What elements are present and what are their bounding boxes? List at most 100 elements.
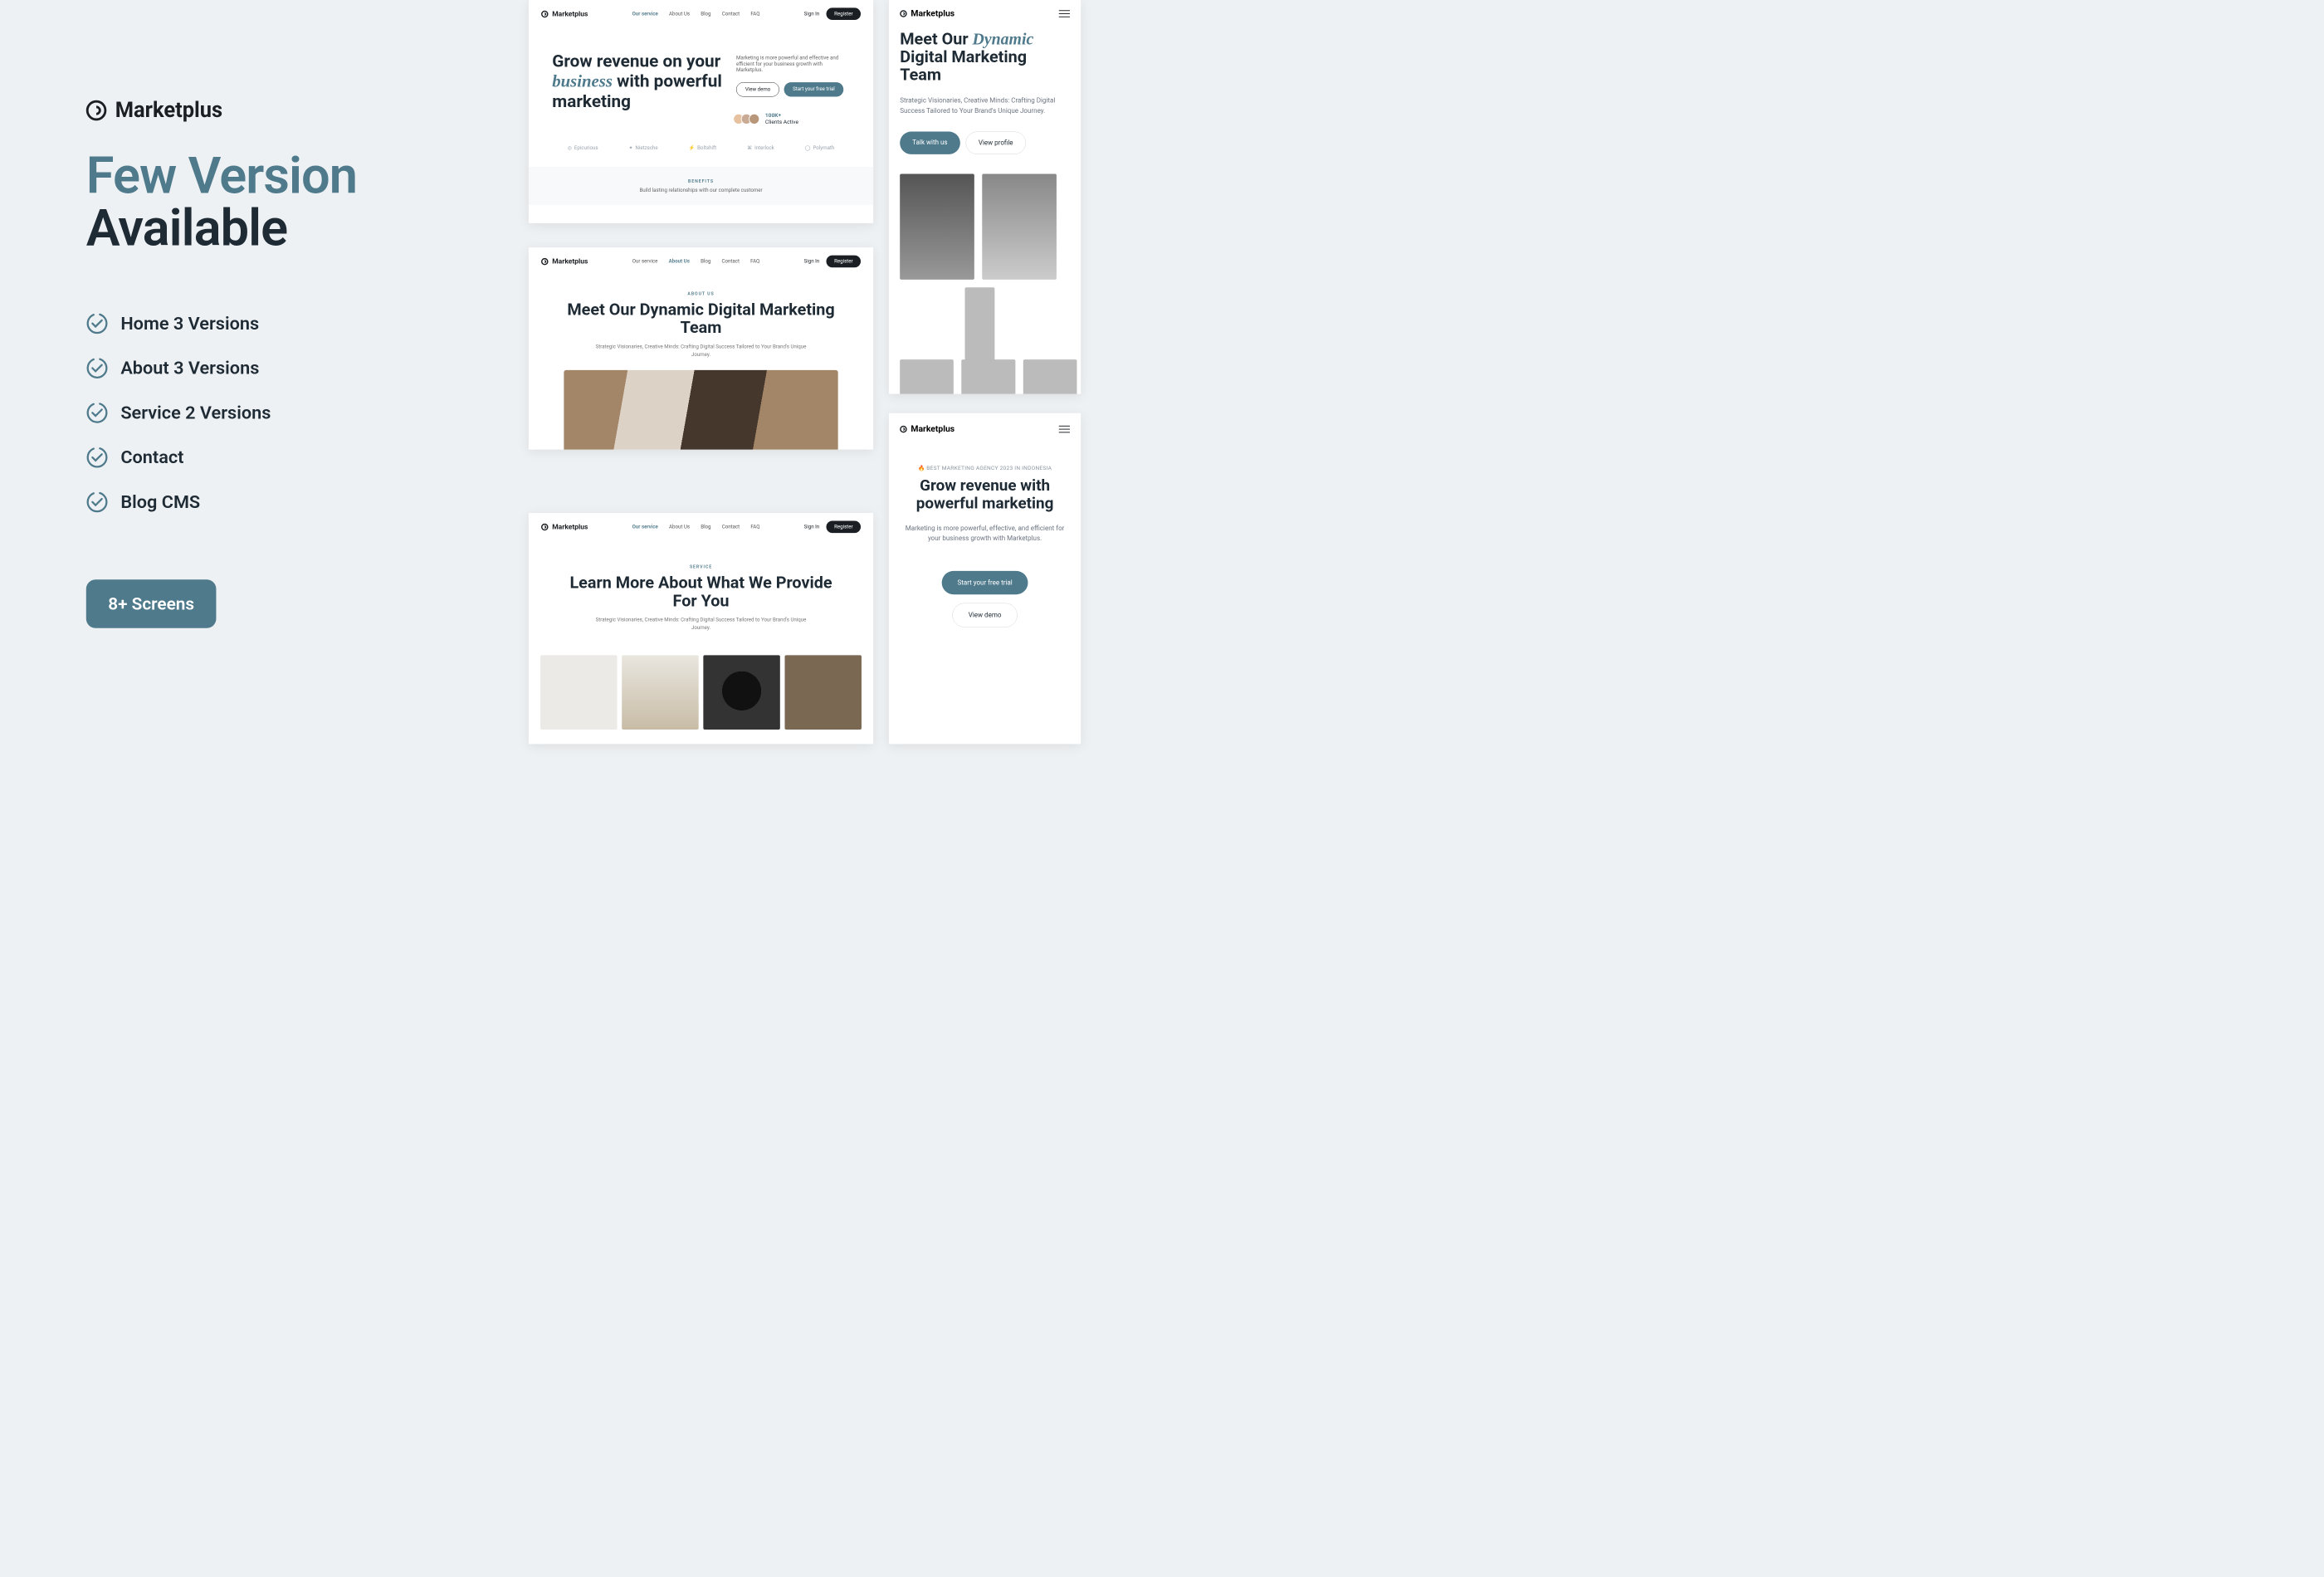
feature-label: Contact [120, 447, 183, 467]
screens-badge[interactable]: 8+ Screens [86, 579, 217, 628]
nav-item-blog[interactable]: Blog [701, 11, 710, 17]
nav-item-blog[interactable]: Blog [701, 524, 710, 530]
feature-item: About 3 Versions [86, 357, 408, 378]
brand-logo-icon [541, 524, 548, 530]
service-thumbnail [540, 655, 617, 730]
nav-item-about[interactable]: About Us [669, 11, 690, 17]
brand-logo-icon [900, 426, 906, 432]
nav-item-service[interactable]: Our service [632, 11, 658, 17]
preview-mobile-hero: Marketplus 🔥 BEST MARKETING AGENCY 2023 … [889, 413, 1081, 745]
feature-item: Contact [86, 447, 408, 468]
nav-item-service[interactable]: Our service [632, 258, 658, 264]
headline: Few Version Available [86, 150, 408, 254]
client-logo: ◯ Polymath [805, 145, 835, 151]
hero-eyebrow: 🔥 BEST MARKETING AGENCY 2023 IN INDONESI… [889, 465, 1081, 471]
feature-item: Home 3 Versions [86, 313, 408, 334]
service-thumbnail [703, 655, 779, 730]
team-photo [982, 174, 1057, 280]
brand[interactable]: Marketplus [541, 523, 588, 531]
feature-label: Blog CMS [120, 491, 200, 512]
section-subtitle: Strategic Visionaries, Creative Minds: C… [595, 617, 807, 632]
feature-item: Service 2 Versions [86, 402, 408, 423]
sign-in-link[interactable]: Sign In [804, 524, 820, 530]
nav-item-service[interactable]: Our service [632, 524, 658, 530]
nav-actions: Sign In Register [804, 7, 861, 20]
section-title: Learn More About What We Provide For You [556, 574, 846, 611]
service-thumbnail [622, 655, 698, 730]
team-photo [900, 174, 974, 280]
nav-item-about[interactable]: About Us [669, 524, 690, 530]
mobile-hero-subtitle: Marketing is more powerful, effective, a… [889, 523, 1081, 544]
brand[interactable]: Marketplus [900, 424, 954, 434]
preview-home: Marketplus Our service About Us Blog Con… [529, 0, 873, 223]
nav-item-contact[interactable]: Contact [722, 258, 740, 264]
preview-mobile-team: Marketplus Meet Our Dynamic Digital Mark… [889, 0, 1081, 394]
social-proof: 100K+ Clients Active [736, 112, 850, 125]
nav-item-contact[interactable]: Contact [722, 524, 740, 530]
top-nav: Marketplus Our service About Us Blog Con… [529, 247, 873, 275]
nav-links: Our service About Us Blog Contact FAQ [632, 11, 760, 17]
nav-item-about[interactable]: About Us [669, 258, 690, 264]
feature-label: About 3 Versions [120, 358, 259, 378]
register-button[interactable]: Register [827, 256, 861, 268]
title-text: Digital Marketing Team [900, 47, 1027, 85]
team-photo [961, 359, 1015, 393]
brand: Marketplus [86, 98, 408, 123]
mobile-team-subtitle: Strategic Visionaries, Creative Minds: C… [889, 85, 1081, 116]
nav-item-faq[interactable]: FAQ [750, 11, 759, 17]
hero-subtitle: Marketing is more powerful and effective… [736, 56, 850, 73]
register-button[interactable]: Register [827, 7, 861, 20]
view-profile-button[interactable]: View profile [965, 132, 1026, 154]
marketing-left-panel: Marketplus Few Version Available Home 3 … [86, 98, 408, 628]
hamburger-menu-icon[interactable] [1059, 10, 1070, 17]
mobile-team-title: Meet Our Dynamic Digital Marketing Team [889, 30, 1081, 84]
sign-in-link[interactable]: Sign In [804, 11, 820, 17]
hamburger-menu-icon[interactable] [1059, 426, 1070, 432]
client-logos: ◎ Epicurious ✦ Nietzsche ⚡ Boltshift ⌘ I… [529, 137, 873, 166]
check-circle-icon [86, 313, 108, 334]
check-circle-icon [86, 491, 108, 513]
section-eyebrow: ABOUT US [556, 291, 846, 296]
nav-item-contact[interactable]: Contact [722, 11, 740, 17]
preview-about: Marketplus Our service About Us Blog Con… [529, 247, 873, 449]
brand-name: Marketplus [552, 10, 588, 18]
feature-label: Home 3 Versions [120, 313, 259, 334]
section-eyebrow: SERVICE [556, 564, 846, 569]
client-logo: ⌘ Interlock [747, 145, 774, 151]
brand-name: Marketplus [911, 8, 954, 18]
headline-line2: Available [86, 202, 408, 254]
brand[interactable]: Marketplus [541, 257, 588, 266]
brand-logo-icon [541, 11, 548, 17]
client-logo: ✦ Nietzsche [629, 145, 658, 151]
start-trial-button[interactable]: Start your free trial [784, 82, 843, 96]
benefits-section: BENEFITS Build lasting relationships wit… [529, 167, 873, 205]
view-demo-button[interactable]: View demo [736, 82, 779, 96]
brand-name: Marketplus [115, 98, 222, 123]
brand-logo-icon [900, 10, 906, 17]
view-demo-button[interactable]: View demo [952, 603, 1017, 627]
nav-item-faq[interactable]: FAQ [750, 524, 759, 530]
register-button[interactable]: Register [827, 520, 861, 533]
feature-item: Blog CMS [86, 491, 408, 513]
brand[interactable]: Marketplus [900, 8, 954, 18]
talk-with-us-button[interactable]: Talk with us [900, 132, 959, 154]
service-thumbnails [529, 632, 873, 730]
headline-line1: Few Version [86, 150, 408, 203]
service-thumbnail [784, 655, 861, 730]
preview-service: Marketplus Our service About Us Blog Con… [529, 513, 873, 744]
sign-in-link[interactable]: Sign In [804, 258, 820, 264]
team-photo [900, 359, 954, 393]
mobile-hero-title: Grow revenue with powerful marketing [889, 477, 1081, 512]
team-photo [1023, 359, 1077, 393]
feature-label: Service 2 Versions [120, 403, 271, 423]
nav-item-blog[interactable]: Blog [701, 258, 710, 264]
start-trial-button[interactable]: Start your free trial [942, 571, 1028, 594]
team-gallery [889, 154, 1081, 393]
team-photo [564, 370, 837, 450]
stat-label: Clients Active [765, 119, 798, 125]
brand-name: Marketplus [911, 424, 954, 434]
section-title: Meet Our Dynamic Digital Marketing Team [556, 300, 846, 337]
check-circle-icon [86, 357, 108, 378]
brand[interactable]: Marketplus [541, 10, 588, 18]
nav-item-faq[interactable]: FAQ [750, 258, 759, 264]
